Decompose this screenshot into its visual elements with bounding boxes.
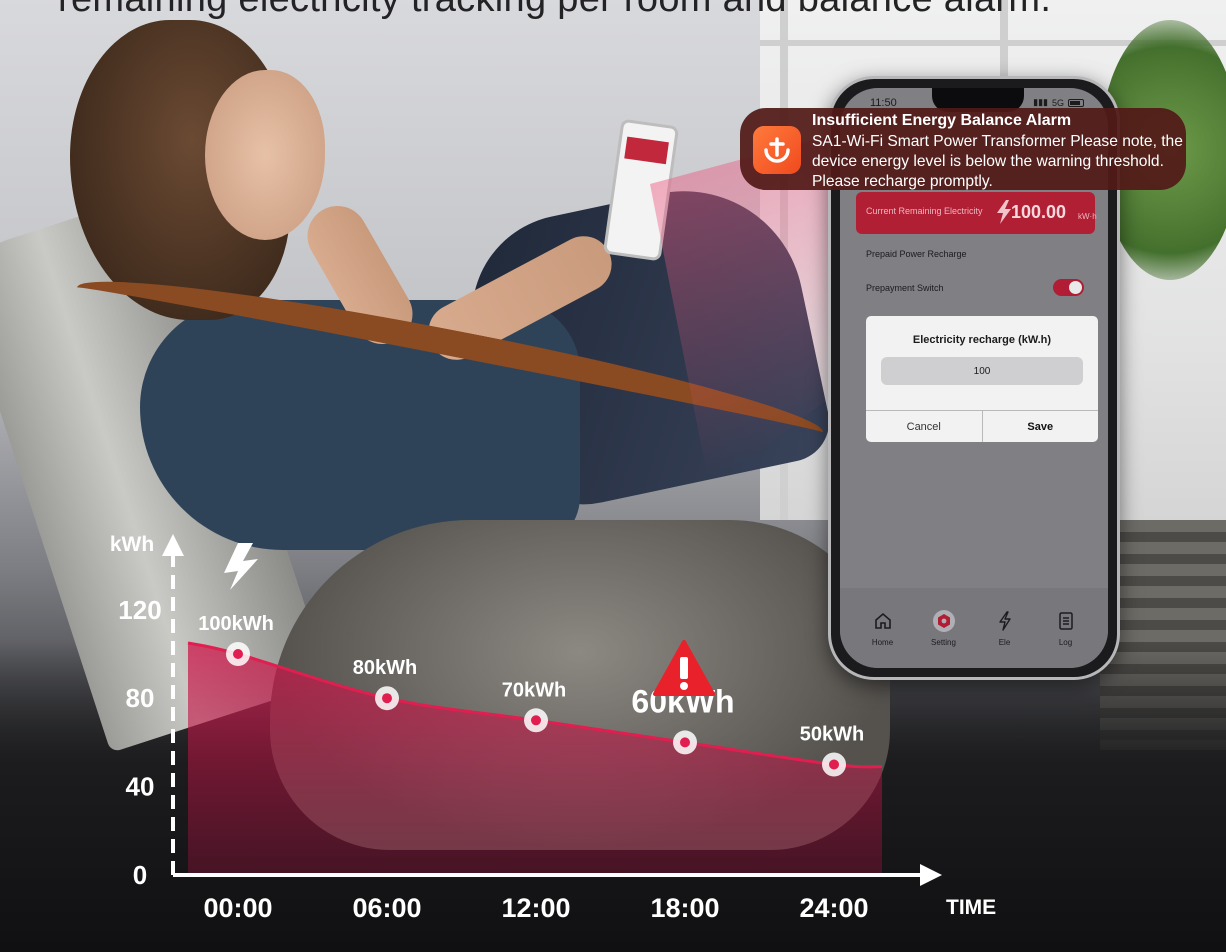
setting-icon (932, 610, 955, 632)
data-label: 50kWh (800, 724, 864, 746)
tab-log-label: Log (1058, 638, 1073, 647)
y-tick-label: 120 (118, 595, 161, 625)
x-ticks: 00:00 06:00 12:00 18:00 24:00 (203, 893, 868, 923)
tab-log[interactable]: Log (1040, 610, 1092, 668)
tab-home[interactable]: Home (857, 610, 909, 668)
remaining-electricity-label: Current Remaining Electricity (866, 206, 983, 216)
area-fill (188, 642, 882, 875)
y-axis-label: kWh (110, 533, 154, 556)
network-label: 5G (1051, 97, 1064, 108)
notification-body: SA1-Wi-Fi Smart Power Transformer Please… (812, 133, 1183, 190)
data-point-center (382, 693, 392, 704)
y-tick-label: 40 (126, 772, 155, 802)
data-point-center (233, 649, 243, 659)
tuya-app-icon (753, 126, 801, 174)
y-ticks: 0 40 80 120 (118, 595, 161, 890)
x-axis-label: TIME (946, 896, 996, 919)
remaining-electricity-card: Current Remaining Electricity 100.00 kW·… (856, 192, 1097, 234)
bolt-icon (994, 610, 1016, 632)
prepayment-switch-toggle[interactable] (1053, 279, 1084, 296)
tab-setting[interactable]: Setting (918, 610, 970, 668)
data-point-center (680, 737, 690, 748)
x-axis-arrow (920, 864, 942, 886)
warning-icon (653, 640, 715, 696)
prepaid-recharge-row[interactable]: Prepaid Power Recharge (866, 249, 967, 259)
x-tick-label: 18:00 (650, 893, 719, 923)
x-tick-label: 12:00 (501, 893, 570, 923)
tab-home-label: Home (871, 638, 894, 647)
tab-ele-label: Ele (998, 638, 1011, 647)
cancel-button[interactable]: Cancel (866, 411, 982, 442)
tab-setting-label: Setting (931, 638, 956, 647)
data-label: 100kWh (198, 613, 274, 635)
bottom-tab-bar: Home Setting Ele Log (840, 588, 1108, 668)
data-label: 80kWh (353, 657, 417, 679)
data-label: 70kWh (502, 679, 566, 701)
bolt-icon (997, 200, 1011, 224)
prepayment-switch-label: Prepayment Switch (866, 283, 944, 293)
x-tick-label: 00:00 (203, 893, 272, 923)
signal-icon: ▮▮▮ (1033, 97, 1048, 107)
home-icon (872, 610, 894, 632)
recharge-dialog: Electricity recharge (kW.h) Cancel Save (866, 316, 1098, 442)
status-indicators: ▮▮▮ 5G (1033, 97, 1084, 108)
y-tick-label: 80 (126, 683, 155, 713)
dialog-title: Electricity recharge (kW.h) (912, 334, 1052, 346)
y-tick-label: 0 (133, 860, 147, 890)
log-icon (1055, 610, 1077, 632)
remaining-electricity-value: 100.00 (1011, 202, 1067, 222)
lightning-icon (224, 543, 258, 590)
x-tick-label: 24:00 (799, 893, 868, 923)
y-axis-arrow (162, 534, 184, 556)
notification-title: Insufficient Energy Balance Alarm (812, 112, 1072, 129)
tab-ele[interactable]: Ele (979, 610, 1031, 668)
remaining-electricity-unit: kW·h (1078, 212, 1097, 221)
battery-icon (1068, 98, 1084, 107)
balance-alarm-notification[interactable]: Insufficient Energy Balance Alarm SA1-Wi… (740, 108, 1186, 190)
data-point-center (531, 715, 541, 726)
x-tick-label: 06:00 (352, 893, 421, 923)
data-point-center (829, 759, 839, 770)
save-button[interactable]: Save (981, 411, 1099, 442)
recharge-amount-input[interactable] (881, 357, 1083, 385)
